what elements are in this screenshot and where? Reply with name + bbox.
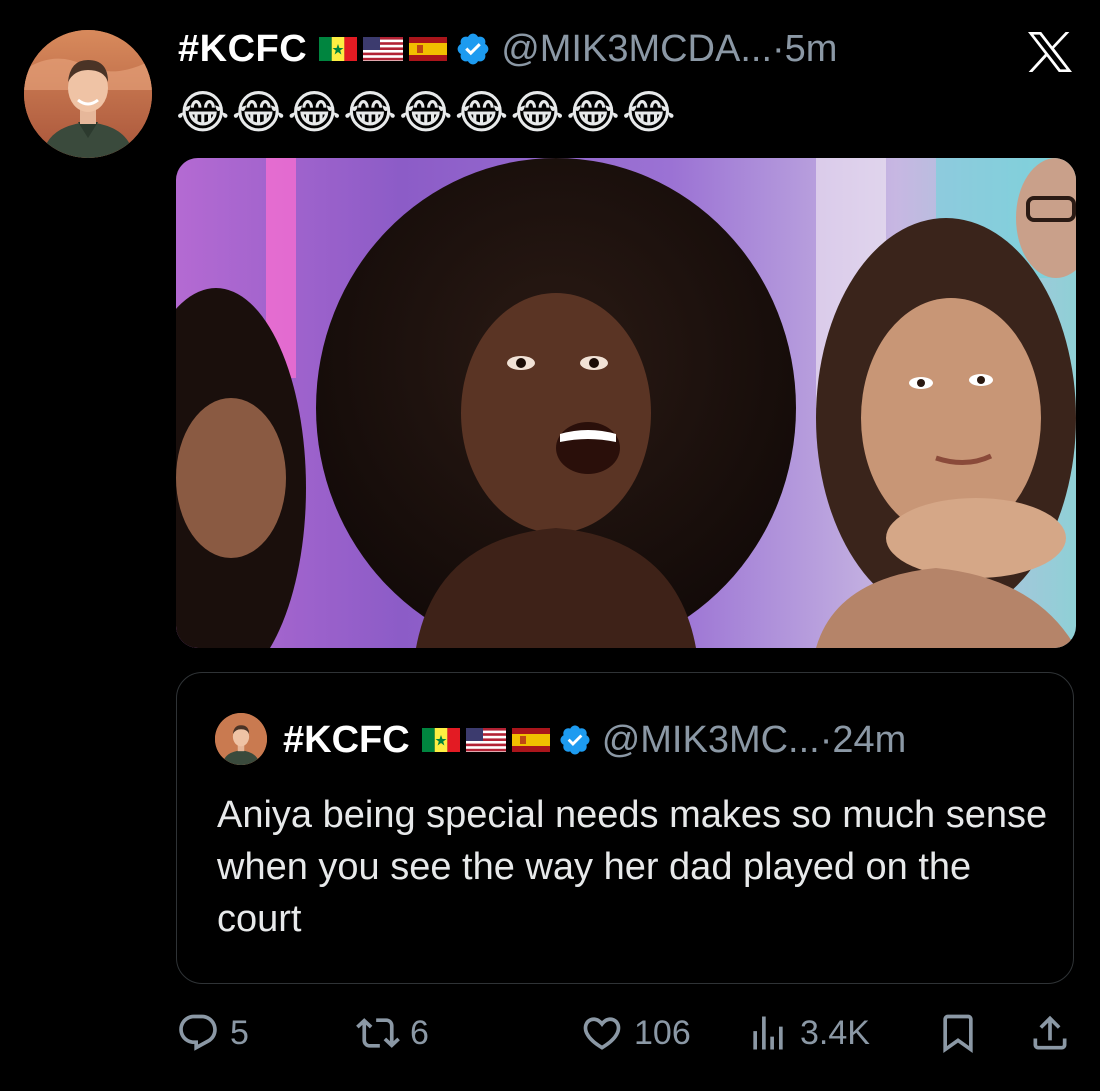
usa-flag-icon bbox=[363, 37, 404, 61]
quoted-handle-text: @MIK3MC... bbox=[601, 718, 820, 761]
share-icon bbox=[1033, 1015, 1067, 1050]
handle-text: @MIK3MCDA... bbox=[501, 27, 773, 70]
quoted-tweet-text: Aniya being special needs makes so much … bbox=[217, 794, 1048, 940]
bookmark-button[interactable] bbox=[936, 1008, 980, 1058]
dot-separator: · bbox=[819, 718, 833, 761]
x-logo-icon bbox=[1028, 32, 1072, 72]
view-count: 3.4K bbox=[800, 1013, 870, 1052]
quoted-display-name[interactable]: #KCFC bbox=[283, 719, 410, 762]
quoted-flag-group bbox=[421, 728, 550, 752]
tweet-text: 😂😂😂😂😂😂😂😂😂 bbox=[176, 86, 678, 138]
quoted-handle[interactable]: @MIK3MC...·24m bbox=[602, 719, 907, 762]
verified-badge-icon[interactable] bbox=[558, 723, 592, 757]
reply-icon bbox=[179, 1014, 217, 1051]
tweet-media-image[interactable] bbox=[176, 158, 1076, 648]
heart-icon bbox=[583, 1017, 621, 1050]
verified-badge-icon[interactable] bbox=[455, 31, 491, 67]
quoted-avatar[interactable] bbox=[215, 713, 267, 765]
quoted-header: #KCFC @MIK3MC...·24m bbox=[283, 715, 906, 765]
profile-avatar[interactable] bbox=[24, 30, 152, 158]
spain-flag-icon bbox=[409, 37, 448, 61]
tweet-header: #KCFC @MIK3MCDA...·5m bbox=[178, 24, 837, 74]
quoted-timestamp[interactable]: 24m bbox=[832, 719, 906, 761]
analytics-icon bbox=[753, 1016, 783, 1050]
usa-flag-icon bbox=[465, 728, 506, 752]
tweet-card[interactable]: #KCFC @MIK3MCDA...·5m 😂😂😂😂😂😂😂😂😂 #KCFC @M… bbox=[0, 0, 1100, 1091]
author-handle[interactable]: @MIK3MCDA...·5m bbox=[501, 28, 837, 71]
quoted-tweet[interactable]: #KCFC @MIK3MC...·24m Aniya being special… bbox=[176, 672, 1074, 984]
like-button[interactable]: 106 bbox=[580, 1008, 691, 1058]
timestamp[interactable]: 5m bbox=[785, 28, 838, 70]
repost-count: 6 bbox=[410, 1013, 429, 1052]
like-count: 106 bbox=[634, 1013, 691, 1052]
share-button[interactable] bbox=[1028, 1008, 1072, 1058]
repost-icon bbox=[356, 1018, 400, 1048]
views-button[interactable]: 3.4K bbox=[746, 1008, 870, 1058]
senegal-flag-icon bbox=[421, 728, 460, 752]
repost-button[interactable]: 6 bbox=[356, 1008, 429, 1058]
dot-separator: · bbox=[772, 27, 785, 70]
bookmark-icon bbox=[943, 1014, 973, 1054]
flag-group bbox=[319, 37, 448, 61]
action-bar: 5 6 106 3.4K bbox=[176, 1008, 1076, 1058]
spain-flag-icon bbox=[511, 728, 550, 752]
author-display-name[interactable]: #KCFC bbox=[178, 28, 307, 71]
reply-button[interactable]: 5 bbox=[176, 1008, 249, 1058]
senegal-flag-icon bbox=[319, 37, 358, 61]
reply-count: 5 bbox=[230, 1013, 249, 1052]
